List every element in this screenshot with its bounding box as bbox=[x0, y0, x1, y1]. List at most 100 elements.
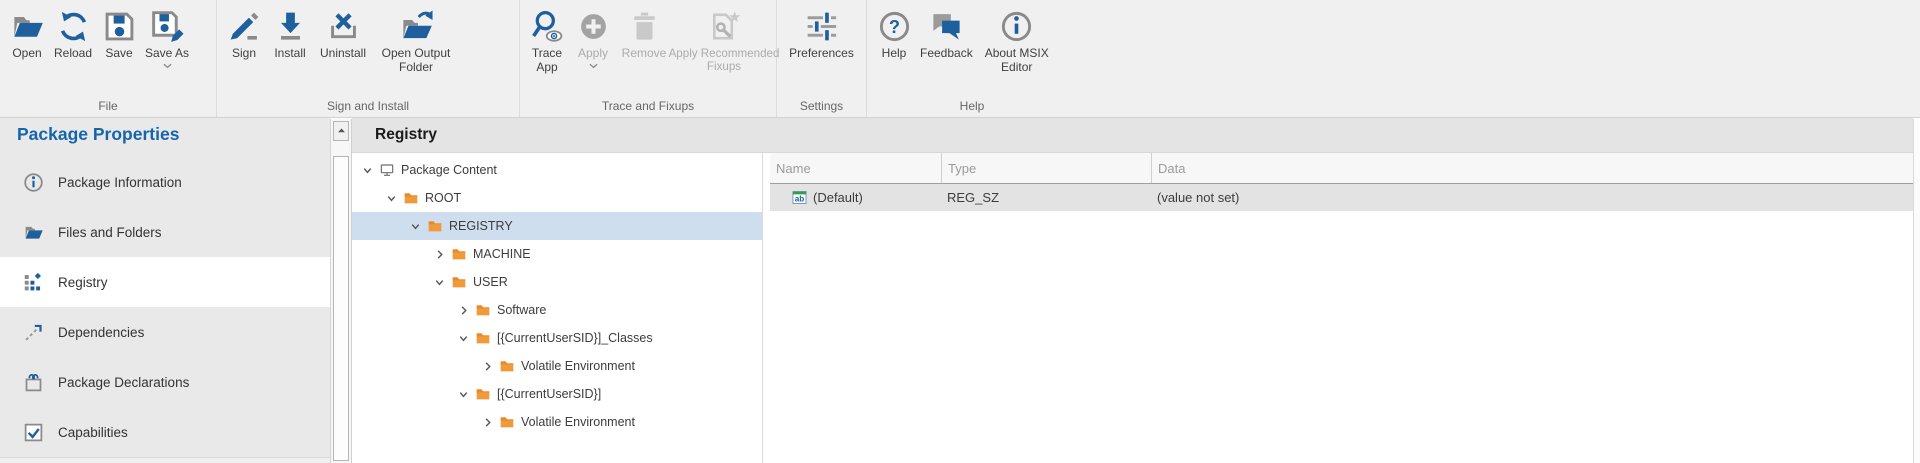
ribbon-button-apply-recommended-fixups[interactable]: Apply Recommended Fixups bbox=[672, 5, 776, 75]
folder-icon bbox=[474, 302, 491, 319]
chevron-expanded-icon[interactable] bbox=[360, 163, 374, 177]
ribbon-button-label: Apply Recommended Fixups bbox=[668, 47, 780, 74]
dependencies-icon bbox=[22, 321, 44, 343]
ribbon-group-trace-and-fixups: Trace AppApplyRemoveApply Recommended Fi… bbox=[520, 0, 777, 117]
ribbon-button-apply[interactable]: Apply bbox=[570, 5, 616, 70]
column-header-name[interactable]: Name bbox=[770, 153, 941, 183]
chevron-expanded-icon[interactable] bbox=[456, 387, 470, 401]
sidebar-scrollbar[interactable] bbox=[330, 119, 352, 463]
chevron-expanded-icon[interactable] bbox=[456, 331, 470, 345]
ribbon-group-file: OpenReloadSaveSave AsFile bbox=[0, 0, 217, 117]
chevron-expanded-icon[interactable] bbox=[408, 219, 422, 233]
folder-icon bbox=[474, 386, 491, 403]
ribbon-button-label: Remove bbox=[622, 47, 667, 61]
ribbon-group-label: Help bbox=[867, 99, 1077, 113]
tree-node-volatile-environment[interactable]: Volatile Environment bbox=[352, 408, 762, 436]
tree-node-software[interactable]: Software bbox=[352, 296, 762, 324]
sidebar-bottom-separator bbox=[0, 457, 330, 463]
ribbon-button-label: Open bbox=[12, 47, 41, 61]
tree-node-label: Package Content bbox=[401, 163, 497, 177]
scroll-up-button[interactable] bbox=[333, 121, 349, 141]
chevron-down-icon[interactable] bbox=[589, 63, 598, 69]
tree-node-label: Volatile Environment bbox=[521, 359, 635, 373]
sidebar-item-label: Package Information bbox=[58, 175, 182, 190]
remove-icon bbox=[625, 6, 663, 46]
tree-node-machine[interactable]: MACHINE bbox=[352, 240, 762, 268]
chevron-collapsed-icon[interactable] bbox=[432, 247, 446, 261]
tree-node-user[interactable]: USER bbox=[352, 268, 762, 296]
sidebar-items: Package Information Files and FoldersRegi… bbox=[0, 157, 330, 457]
chevron-expanded-icon[interactable] bbox=[432, 275, 446, 289]
tree-node-label: [{CurrentUserSID}] bbox=[497, 387, 601, 401]
ribbon-button-save[interactable]: Save bbox=[96, 5, 142, 62]
chevron-collapsed-icon[interactable] bbox=[480, 359, 494, 373]
value-name: (Default) bbox=[813, 190, 863, 205]
files-folders-icon bbox=[22, 221, 44, 243]
open-folder-icon bbox=[8, 6, 46, 46]
sidebar-item-files-and-folders[interactable]: Files and Folders bbox=[0, 207, 330, 257]
ribbon-button-label: Uninstall bbox=[320, 47, 366, 61]
ribbon-button-label: Save As bbox=[145, 47, 189, 61]
ribbon-button-trace-app[interactable]: Trace App bbox=[524, 5, 570, 76]
chevron-expanded-icon[interactable] bbox=[384, 191, 398, 205]
save-as-icon bbox=[148, 6, 186, 46]
feedback-icon bbox=[927, 6, 965, 46]
tree-node-package-content[interactable]: Package Content bbox=[352, 156, 762, 184]
column-header-data[interactable]: Data bbox=[1151, 153, 1913, 183]
ribbon-button-install[interactable]: Install bbox=[267, 5, 313, 62]
column-header-type[interactable]: Type bbox=[941, 153, 1151, 183]
chevron-down-icon[interactable] bbox=[163, 63, 172, 69]
ribbon-button-open[interactable]: Open bbox=[4, 5, 50, 62]
ribbon-button-save-as[interactable]: Save As bbox=[142, 5, 192, 70]
ribbon-button-feedback[interactable]: Feedback bbox=[917, 5, 976, 62]
chevron-collapsed-icon[interactable] bbox=[480, 415, 494, 429]
tree-node-currentusersid-classes[interactable]: [{CurrentUserSID}]_Classes bbox=[352, 324, 762, 352]
value-type: REG_SZ bbox=[941, 190, 1151, 205]
install-icon bbox=[271, 6, 309, 46]
tree-node-label: MACHINE bbox=[473, 247, 531, 261]
ribbon-button-remove[interactable]: Remove bbox=[616, 5, 672, 62]
ribbon-button-preferences[interactable]: Preferences bbox=[786, 5, 857, 62]
tree-node-root[interactable]: ROOT bbox=[352, 184, 762, 212]
ribbon-button-label: Save bbox=[105, 47, 132, 61]
ribbon-group-label: Trace and Fixups bbox=[520, 99, 776, 113]
sidebar-item-capabilities[interactable]: Capabilities bbox=[0, 407, 330, 457]
table-header-row: NameTypeData bbox=[770, 153, 1913, 184]
folder-icon bbox=[450, 246, 467, 263]
preferences-icon bbox=[802, 6, 840, 46]
ribbon-button-open-output-folder[interactable]: Open Output Folder bbox=[373, 5, 459, 76]
computer-icon bbox=[378, 162, 395, 179]
tree-node-currentusersid[interactable]: [{CurrentUserSID}] bbox=[352, 380, 762, 408]
chevron-collapsed-icon[interactable] bbox=[456, 303, 470, 317]
registry-icon bbox=[22, 271, 44, 293]
tree-node-volatile-environment[interactable]: Volatile Environment bbox=[352, 352, 762, 380]
folder-icon bbox=[450, 274, 467, 291]
value-data: (value not set) bbox=[1151, 190, 1913, 205]
ribbon-group-help: ? Help FeedbackAbout MSIX Editor Help bbox=[867, 0, 1077, 117]
ribbon-button-sign[interactable]: Sign bbox=[221, 5, 267, 62]
sidebar-item-dependencies[interactable]: Dependencies bbox=[0, 307, 330, 357]
table-row[interactable]: ab(Default)REG_SZ(value not set) bbox=[770, 184, 1913, 211]
scrollbar-thumb[interactable] bbox=[333, 156, 349, 461]
ribbon-button-about-msix-editor[interactable]: About MSIX Editor bbox=[976, 5, 1058, 76]
right-scrollbar-track[interactable] bbox=[1913, 119, 1920, 463]
ribbon-button-label: Preferences bbox=[789, 47, 854, 61]
table-body: ab(Default)REG_SZ(value not set) bbox=[770, 184, 1913, 211]
sidebar-item-registry[interactable]: Registry bbox=[0, 257, 330, 307]
folder-icon bbox=[498, 358, 515, 375]
sidebar-item-label: Capabilities bbox=[58, 425, 128, 440]
ribbon-group-sign-and-install: SignInstall Uninstall Open Output Folder Si… bbox=[217, 0, 520, 117]
trace-app-icon bbox=[528, 6, 566, 46]
info-icon bbox=[22, 171, 44, 193]
ribbon-group-label: Sign and Install bbox=[217, 99, 519, 113]
tree-node-registry[interactable]: REGISTRY bbox=[352, 212, 762, 240]
ribbon-button-reload[interactable]: Reload bbox=[50, 5, 96, 62]
ribbon-button-uninstall[interactable]: Uninstall bbox=[313, 5, 373, 62]
sidebar-item-package-declarations[interactable]: Package Declarations bbox=[0, 357, 330, 407]
registry-values-table: NameTypeData ab(Default)REG_SZ(value not… bbox=[770, 153, 1913, 463]
svg-text:?: ? bbox=[888, 17, 899, 37]
sidebar-item-package-information[interactable]: Package Information bbox=[0, 157, 330, 207]
apply-icon bbox=[574, 6, 612, 46]
ribbon-button-label: Help bbox=[882, 47, 907, 61]
ribbon-button-help[interactable]: ? Help bbox=[871, 5, 917, 62]
